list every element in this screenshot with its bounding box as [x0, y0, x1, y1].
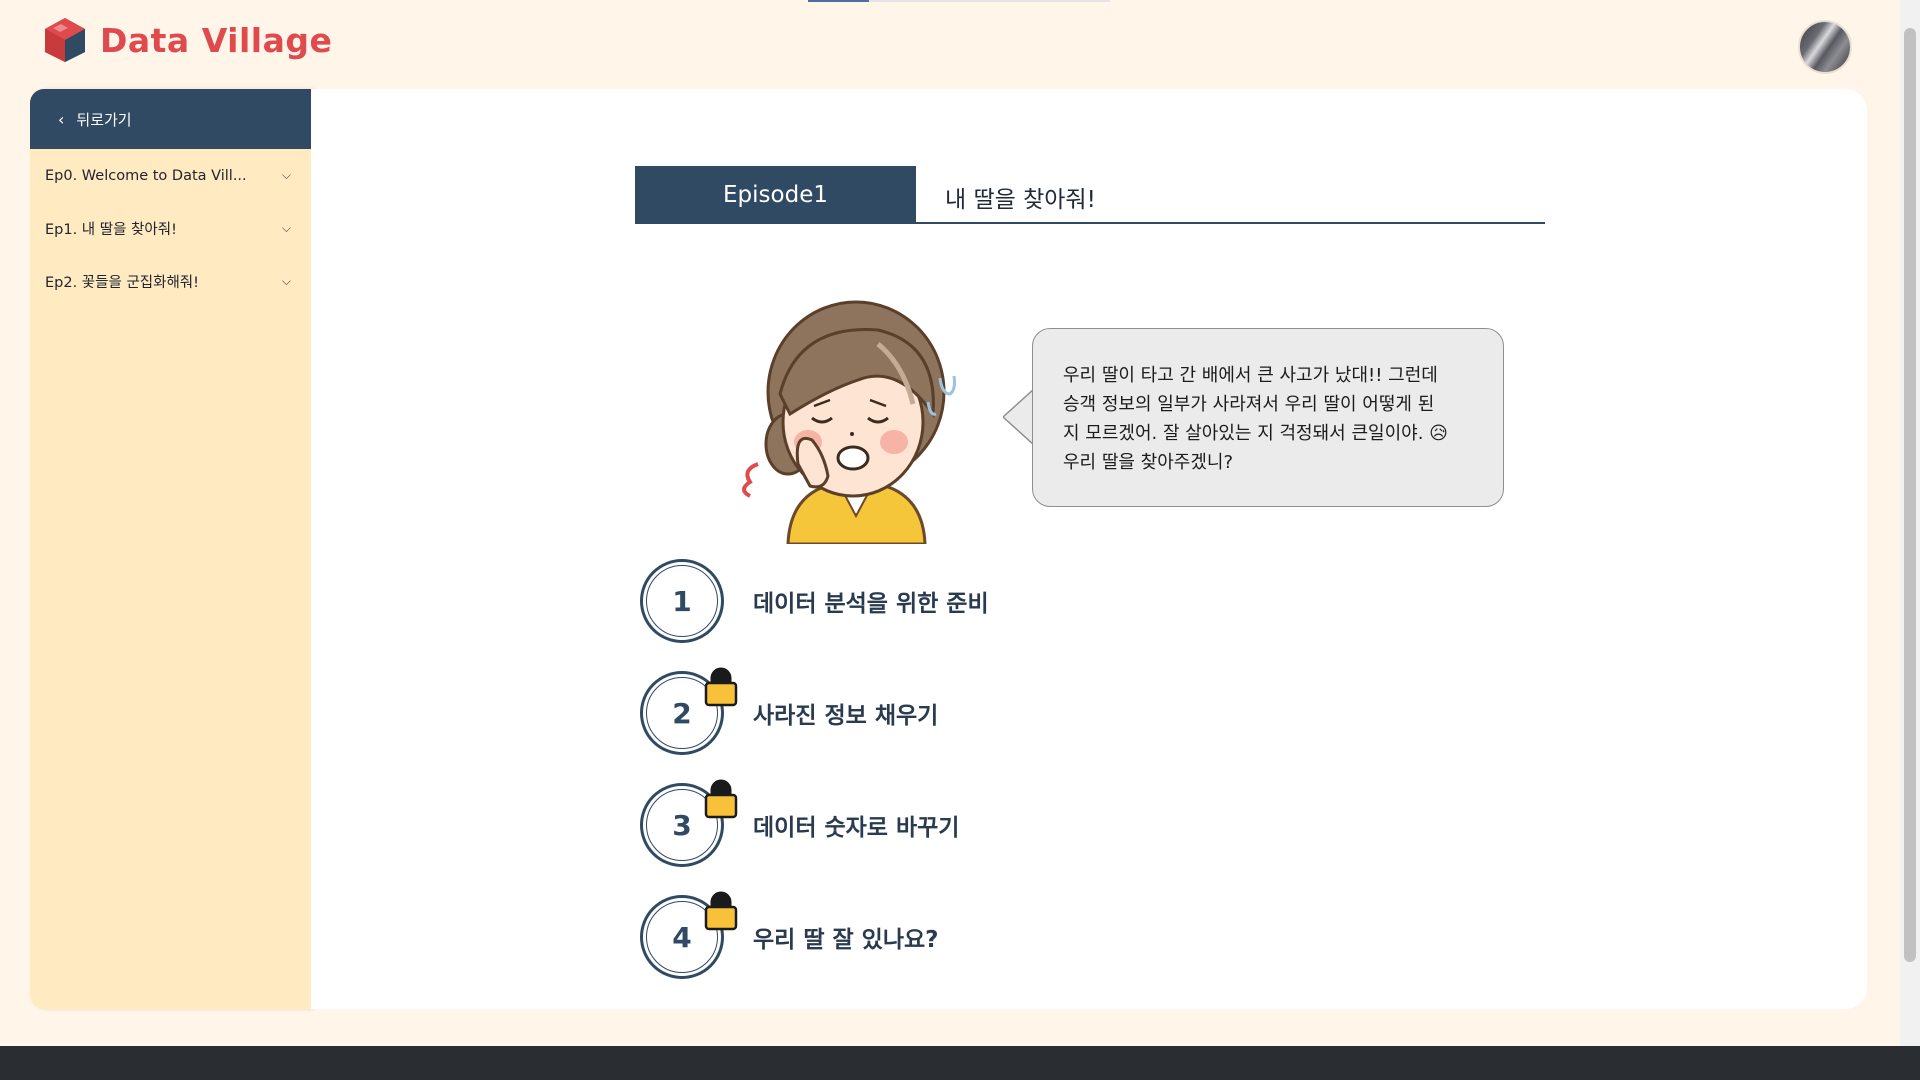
chevron-down-icon[interactable]: ⌵: [282, 274, 291, 289]
step-number: 2: [672, 696, 692, 730]
episode-title: 내 딸을 찾아줘!: [945, 187, 1096, 213]
speech-bubble: 우리 딸이 타고 간 배에서 큰 사고가 났대!! 그런데 승객 정보의 일부가…: [1032, 328, 1504, 507]
dialogue-line: 승객 정보의 일부가 사라져서 우리 딸이 어떻게 된: [1063, 394, 1435, 415]
sidebar-item-ep0[interactable]: Ep0. Welcome to Data Vill... ⌵: [30, 149, 311, 202]
back-button-label: 뒤로가기: [76, 110, 132, 129]
cube-logo-icon: [45, 18, 85, 62]
chevron-down-icon[interactable]: ⌵: [282, 221, 291, 236]
padlock-icon: [704, 667, 738, 707]
sidebar-item-ep2[interactable]: Ep2. 꽃들을 군집화해줘! ⌵: [30, 255, 311, 308]
step-label[interactable]: 데이터 숫자로 바꾸기: [753, 808, 959, 842]
padlock-icon: [704, 891, 738, 931]
step-4[interactable]: 4 우리 딸 잘 있나요?: [640, 891, 938, 980]
footer: [0, 1046, 1920, 1080]
main-panel: [311, 89, 1867, 1009]
step-2[interactable]: 2 사라진 정보 채우기: [640, 667, 938, 756]
step-1[interactable]: 1 데이터 분석을 위한 준비: [640, 558, 989, 644]
sidebar-item-ep1[interactable]: Ep1. 내 딸을 찾아줘! ⌵: [30, 202, 311, 255]
step-3[interactable]: 3 데이터 숫자로 바꾸기: [640, 779, 959, 868]
step-label[interactable]: 데이터 분석을 위한 준비: [753, 584, 989, 618]
step-circle[interactable]: 1: [640, 559, 724, 643]
padlock-icon: [704, 779, 738, 819]
dialogue-line: 지 모르겠어. 잘 살아있는 지 걱정돼서 큰일이야. 😥: [1063, 423, 1448, 444]
episode-header: Episode1 내 딸을 찾아줘!: [635, 166, 1545, 224]
chevron-left-icon: ‹: [58, 109, 65, 129]
step-circle[interactable]: 3: [640, 779, 738, 867]
step-label[interactable]: 사라진 정보 채우기: [753, 696, 938, 730]
step-circle[interactable]: 4: [640, 891, 738, 979]
step-number: 1: [672, 584, 692, 618]
step-number: 3: [672, 808, 692, 842]
back-button[interactable]: ‹ 뒤로가기: [30, 89, 311, 149]
avatar[interactable]: [1798, 20, 1852, 74]
sidebar: ‹ 뒤로가기 Ep0. Welcome to Data Vill... ⌵ Ep…: [30, 89, 311, 1009]
sidebar-item-label: Ep0. Welcome to Data Vill...: [45, 167, 247, 184]
header: Data Village: [0, 0, 1900, 88]
dialogue-line: 우리 딸을 찾아주겠니?: [1063, 452, 1234, 473]
step-label[interactable]: 우리 딸 잘 있나요?: [753, 920, 938, 954]
scrollbar-thumb[interactable]: [1904, 28, 1916, 962]
chevron-down-icon[interactable]: ⌵: [282, 168, 291, 183]
dialogue-line: 우리 딸이 타고 간 배에서 큰 사고가 났대!! 그런데: [1063, 365, 1438, 386]
step-number: 4: [672, 920, 692, 954]
step-circle[interactable]: 2: [640, 667, 738, 755]
episode-tag: Episode1: [635, 166, 916, 223]
speech-bubble-tail: [1003, 389, 1035, 445]
scrollbar[interactable]: [1900, 0, 1920, 1046]
sidebar-item-label: Ep2. 꽃들을 군집화해줘!: [45, 275, 199, 291]
logo[interactable]: Data Village: [42, 16, 332, 64]
worried-mother-illustration: [742, 300, 956, 544]
app-name: Data Village: [100, 20, 333, 60]
sidebar-item-label: Ep1. 내 딸을 찾아줘!: [45, 222, 177, 238]
